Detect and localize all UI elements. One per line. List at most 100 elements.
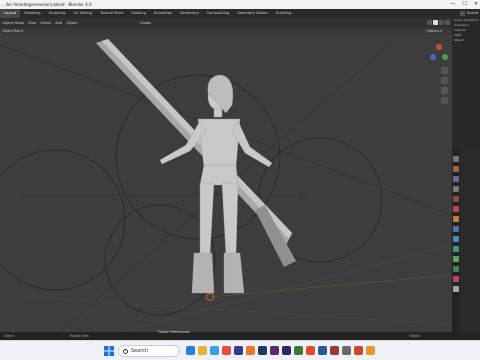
viewport-header: Object Mode View Select Add Object Globa… — [0, 18, 452, 28]
chrome-icon[interactable] — [222, 346, 231, 355]
physics-tab-icon[interactable] — [453, 246, 459, 252]
app-icon[interactable] — [306, 346, 315, 355]
object-tab-icon[interactable] — [453, 216, 459, 222]
tab-texture-paint[interactable]: Texture Paint — [96, 9, 127, 18]
windows-start-icon[interactable] — [104, 346, 114, 356]
tab-animation[interactable]: Animation — [150, 9, 176, 18]
minimize-button[interactable]: — — [450, 0, 455, 9]
gizmo-arrow-icon — [300, 192, 306, 198]
close-button[interactable]: ✕ — [474, 0, 478, 9]
viewport-scene — [0, 35, 452, 332]
particles-tab-icon[interactable] — [453, 236, 459, 242]
photoshop-icon[interactable] — [258, 346, 267, 355]
options-dropdown[interactable]: Options ▾ — [426, 28, 442, 35]
mode-selector[interactable]: Object Mode — [2, 18, 24, 28]
world-tab-icon[interactable] — [453, 206, 459, 212]
zoom-icon — [441, 67, 448, 74]
workspace-tabs: Layout Modeling Sculpting UV Editing Tex… — [0, 9, 295, 18]
maximize-button[interactable]: ☐ — [462, 0, 466, 9]
status-select: Select — [4, 334, 14, 338]
window-controls: — ☐ ✕ — [450, 0, 478, 9]
gizmo-z-icon — [430, 54, 436, 60]
tab-scripting[interactable]: Scripting — [271, 9, 295, 18]
tool-tab-icon[interactable] — [453, 156, 459, 162]
menu-add[interactable]: Add — [55, 18, 62, 28]
status-bar: Select Rotate View Object — [0, 332, 480, 340]
tab-compositing[interactable]: Compositing — [203, 9, 234, 18]
taskbar-search[interactable]: Search — [118, 345, 180, 357]
status-rotate: Rotate View — [70, 334, 90, 338]
windows-taskbar: Search — [0, 340, 480, 360]
blender-icon[interactable] — [246, 346, 255, 355]
menu-select[interactable]: Select — [40, 18, 51, 28]
tool-options[interactable]: Object Box ▾ — [2, 28, 23, 35]
render-tab-icon[interactable] — [453, 166, 459, 172]
character-right-boot — [223, 252, 245, 294]
modifier-tab-icon[interactable] — [453, 226, 459, 232]
gizmo-y-icon — [442, 54, 448, 60]
rendered-shading-icon[interactable] — [445, 20, 450, 25]
output-tab-icon[interactable] — [453, 176, 459, 182]
pan-icon — [441, 77, 448, 84]
material-tab-icon[interactable] — [453, 276, 459, 282]
shading-buttons — [427, 20, 450, 25]
transform-orientation: Global — [140, 18, 151, 28]
x-axis-line — [209, 274, 452, 298]
premiere-icon[interactable] — [270, 346, 279, 355]
edge-browser-icon[interactable] — [210, 346, 219, 355]
tab-modeling[interactable]: Modeling — [20, 9, 44, 18]
character-left-leg — [199, 182, 215, 258]
tab-uv-editing[interactable]: UV Editing — [69, 9, 96, 18]
orientation-selector[interactable]: Global — [140, 18, 151, 28]
wireframe-shading-icon[interactable] — [427, 20, 432, 25]
scene-selector[interactable]: Scene — [460, 10, 478, 17]
outliner-row[interactable]: Object — [452, 38, 480, 43]
scene-icon — [460, 11, 466, 16]
material-shading-icon[interactable] — [439, 20, 444, 25]
scene-name: Scene — [467, 11, 478, 15]
window-title: ...ller female\generosion\.blend - Blend… — [2, 2, 92, 7]
rotate-gizmo-circle — [0, 149, 126, 291]
app-icon[interactable] — [294, 346, 303, 355]
properties-tabs — [452, 148, 460, 332]
texture-tab-icon[interactable] — [453, 286, 459, 292]
camera-view-icon — [441, 87, 448, 94]
app-icon[interactable] — [354, 346, 363, 355]
character-neck — [213, 108, 223, 118]
view-layer-tab-icon[interactable] — [453, 186, 459, 192]
floor-line — [0, 294, 452, 326]
app-icon[interactable] — [342, 346, 351, 355]
menu-object[interactable]: Object — [66, 18, 77, 28]
tab-shading[interactable]: Shading — [127, 9, 150, 18]
file-explorer-icon[interactable] — [198, 346, 207, 355]
3d-viewport[interactable] — [0, 35, 452, 332]
character-right-leg — [221, 182, 239, 258]
tool-settings-bar: Object Box ▾ Options ▾ — [0, 28, 452, 35]
os-title-bar: ...ller female\generosion\.blend - Blend… — [0, 0, 480, 9]
scene-tab-icon[interactable] — [453, 196, 459, 202]
menu-view[interactable]: View — [28, 18, 36, 28]
app-icon[interactable] — [366, 346, 375, 355]
tab-layout[interactable]: Layout — [0, 9, 21, 18]
workspace-topbar: Layout Modeling Sculpting UV Editing Tex… — [0, 9, 480, 18]
character-left-boot — [191, 252, 215, 294]
tab-sculpting[interactable]: Sculpting — [45, 9, 70, 18]
header-menus: Object Mode View Select Add Object — [2, 18, 77, 28]
tab-rendering[interactable]: Rendering — [176, 9, 202, 18]
app-icon[interactable] — [330, 346, 339, 355]
app-icon[interactable] — [234, 346, 243, 355]
perspective-toggle-icon — [441, 97, 448, 104]
search-placeholder: Search — [131, 348, 149, 354]
gizmo-x-icon — [436, 44, 442, 50]
status-object: Object — [409, 334, 420, 338]
tab-geometry-nodes[interactable]: Geometry Nodes — [233, 9, 271, 18]
follow-preferences-label: Follow Preferences — [158, 330, 190, 334]
app-icon[interactable] — [318, 346, 327, 355]
solid-shading-icon[interactable] — [433, 20, 438, 25]
outliner-panel: Scene Collection Collection Camera Light… — [452, 18, 480, 148]
navigation-gizmo[interactable] — [430, 44, 448, 60]
constraints-tab-icon[interactable] — [453, 256, 459, 262]
task-view-icon[interactable] — [186, 346, 195, 355]
after-effects-icon[interactable] — [282, 346, 291, 355]
data-tab-icon[interactable] — [453, 266, 459, 272]
